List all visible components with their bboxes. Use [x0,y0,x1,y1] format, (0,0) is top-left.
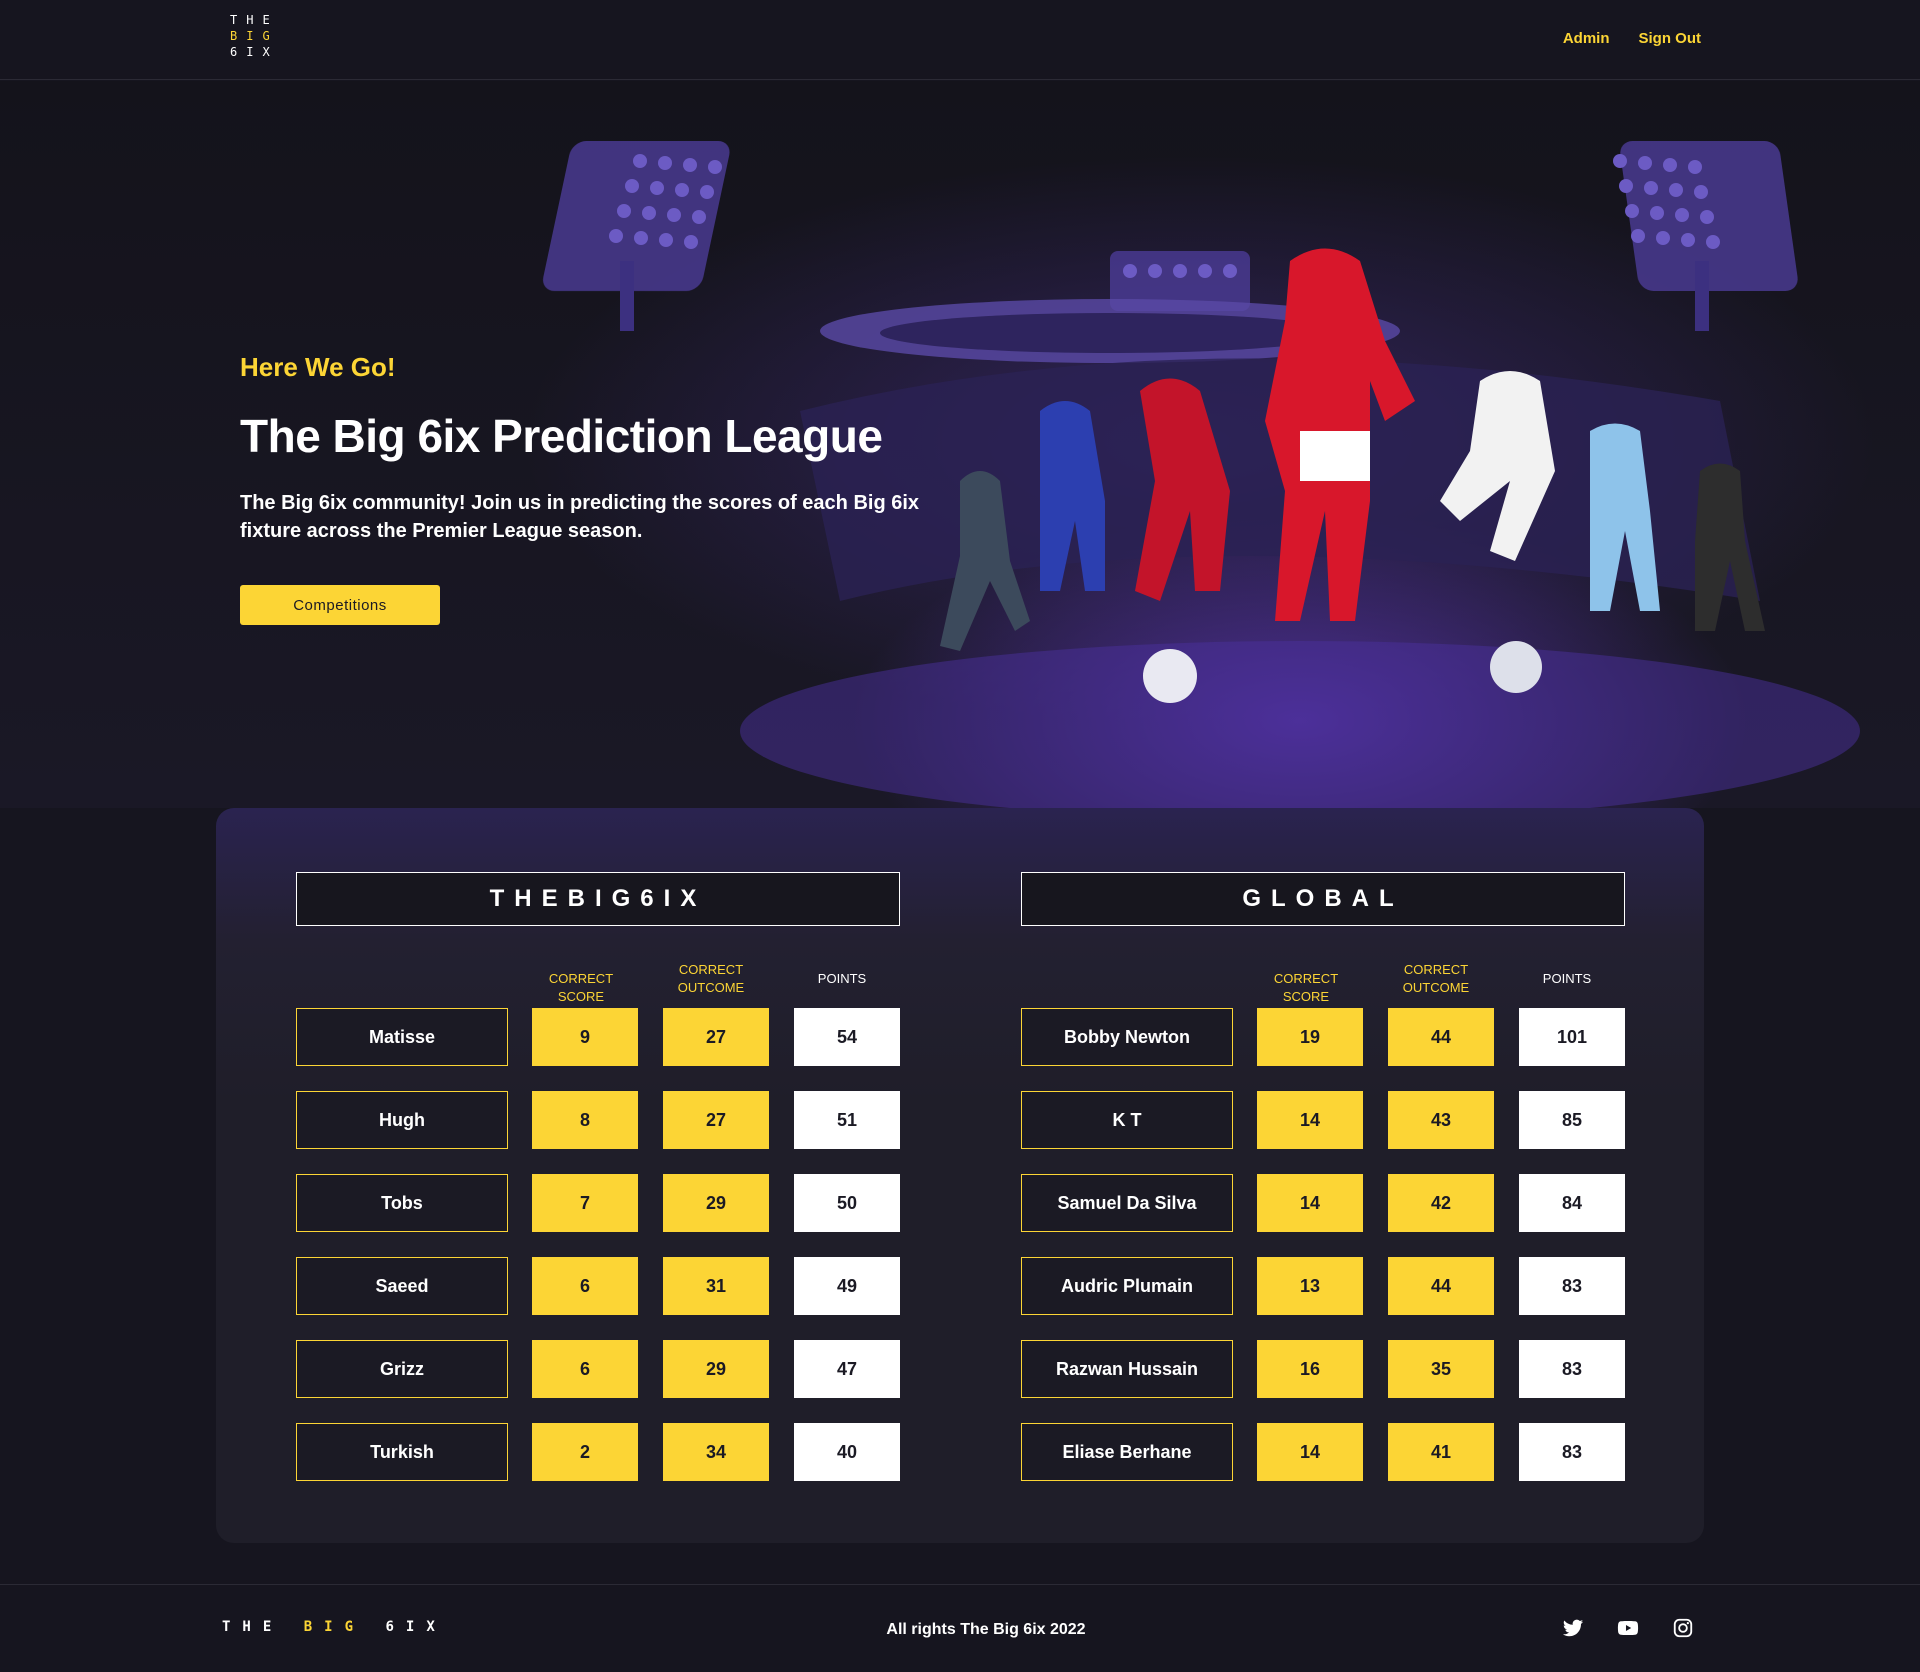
points-value: 84 [1519,1174,1625,1232]
correct-score-value: 2 [532,1423,638,1481]
player-name[interactable]: Hugh [296,1091,508,1149]
correct-score-value: 7 [532,1174,638,1232]
competitions-button[interactable]: Competitions [240,585,440,625]
player-name[interactable]: Audric Plumain [1021,1257,1233,1315]
correct-score-value: 6 [532,1257,638,1315]
correct-outcome-value: 34 [663,1423,769,1481]
points-value: 83 [1519,1423,1625,1481]
points-value: 49 [794,1257,900,1315]
leaderboard-title[interactable]: THEBIG6IX [296,872,900,926]
points-value: 51 [794,1091,900,1149]
col-header-correct-outcome: CORRECT OUTCOME [1402,962,1470,995]
correct-score-value: 13 [1257,1257,1363,1315]
player-name[interactable]: Tobs [296,1174,508,1232]
hero-title: The Big 6ix Prediction League [240,410,883,462]
leaderboards-panel: THEBIG6IX CORRECT SCORE CORRECT OUTCOME … [216,808,1704,1543]
correct-score-value: 6 [532,1340,638,1398]
hero-text-block: Here We Go! The Big 6ix Prediction Leagu… [240,352,960,545]
points-value: 40 [794,1423,900,1481]
hero-section: Here We Go! The Big 6ix Prediction Leagu… [0,81,1920,808]
points-value: 101 [1519,1008,1625,1066]
table-row: Razwan Hussain 16 35 83 [1021,1340,1625,1423]
player-name[interactable]: Eliase Berhane [1021,1423,1233,1481]
correct-score-value: 16 [1257,1340,1363,1398]
points-value: 54 [794,1008,900,1066]
hero-description: The Big 6ix community! Join us in predic… [240,492,920,542]
correct-outcome-value: 27 [663,1091,769,1149]
correct-outcome-value: 42 [1388,1174,1494,1232]
logo-line-6ix: 6IX [230,45,279,59]
youtube-icon[interactable] [1617,1617,1639,1639]
site-footer: THE BIG 6IX All rights The Big 6ix 2022 [0,1584,1920,1672]
table-row: Eliase Berhane 14 41 83 [1021,1423,1625,1506]
col-header-points: POINTS [817,971,867,986]
leaderboard-global: GLOBAL CORRECT SCORE CORRECT OUTCOME POI… [1021,872,1625,1506]
points-value: 85 [1519,1091,1625,1149]
header-nav: Admin Sign Out [1563,30,1701,47]
player-name[interactable]: K T [1021,1091,1233,1149]
nav-sign-out-link[interactable]: Sign Out [1639,30,1702,47]
column-headers: CORRECT SCORE CORRECT OUTCOME POINTS [1021,926,1625,1008]
correct-score-value: 14 [1257,1174,1363,1232]
correct-score-value: 8 [532,1091,638,1149]
player-name[interactable]: Samuel Da Silva [1021,1174,1233,1232]
player-name[interactable]: Grizz [296,1340,508,1398]
player-name[interactable]: Razwan Hussain [1021,1340,1233,1398]
table-row: Samuel Da Silva 14 42 84 [1021,1174,1625,1257]
leaderboard-rows: Bobby Newton 19 44 101 K T 14 43 85 Samu… [1021,1008,1625,1506]
correct-outcome-value: 44 [1388,1008,1494,1066]
points-value: 83 [1519,1257,1625,1315]
table-row: Audric Plumain 13 44 83 [1021,1257,1625,1340]
table-row: Saeed 6 31 49 [296,1257,900,1340]
site-logo[interactable]: THE BIG 6IX [230,12,279,60]
column-headers: CORRECT SCORE CORRECT OUTCOME POINTS [296,926,900,1008]
table-row: Matisse 9 27 54 [296,1008,900,1091]
col-header-points: POINTS [1542,971,1592,986]
hero-eyebrow: Here We Go! [240,352,396,382]
col-header-correct-score: CORRECT SCORE [548,971,614,1004]
correct-outcome-value: 29 [663,1174,769,1232]
player-name[interactable]: Matisse [296,1008,508,1066]
correct-score-value: 9 [532,1008,638,1066]
nav-admin-link[interactable]: Admin [1563,30,1610,47]
leaderboard-rows: Matisse 9 27 54 Hugh 8 27 51 Tobs 7 29 5… [296,1008,900,1506]
col-header-correct-outcome: CORRECT OUTCOME [677,962,745,995]
player-name[interactable]: Turkish [296,1423,508,1481]
correct-outcome-value: 29 [663,1340,769,1398]
correct-outcome-value: 27 [663,1008,769,1066]
table-row: Turkish 2 34 40 [296,1423,900,1506]
logo-line-big: BIG [230,29,279,43]
table-row: Grizz 6 29 47 [296,1340,900,1423]
points-value: 50 [794,1174,900,1232]
col-header-correct-score: CORRECT SCORE [1273,971,1339,1004]
correct-score-value: 14 [1257,1423,1363,1481]
leaderboard-title[interactable]: GLOBAL [1021,872,1625,926]
points-value: 47 [794,1340,900,1398]
table-row: K T 14 43 85 [1021,1091,1625,1174]
leaderboard-thebig6ix: THEBIG6IX CORRECT SCORE CORRECT OUTCOME … [296,872,900,1506]
social-links [1562,1617,1694,1639]
logo-line-the: THE [230,13,279,27]
correct-outcome-value: 35 [1388,1340,1494,1398]
points-value: 83 [1519,1340,1625,1398]
correct-score-value: 19 [1257,1008,1363,1066]
table-row: Hugh 8 27 51 [296,1091,900,1174]
top-navbar: THE BIG 6IX Admin Sign Out [0,0,1920,80]
player-name[interactable]: Bobby Newton [1021,1008,1233,1066]
correct-outcome-value: 44 [1388,1257,1494,1315]
correct-outcome-value: 41 [1388,1423,1494,1481]
correct-outcome-value: 43 [1388,1091,1494,1149]
correct-score-value: 14 [1257,1091,1363,1149]
table-row: Tobs 7 29 50 [296,1174,900,1257]
twitter-icon[interactable] [1562,1617,1584,1639]
player-name[interactable]: Saeed [296,1257,508,1315]
correct-outcome-value: 31 [663,1257,769,1315]
instagram-icon[interactable] [1672,1617,1694,1639]
table-row: Bobby Newton 19 44 101 [1021,1008,1625,1091]
